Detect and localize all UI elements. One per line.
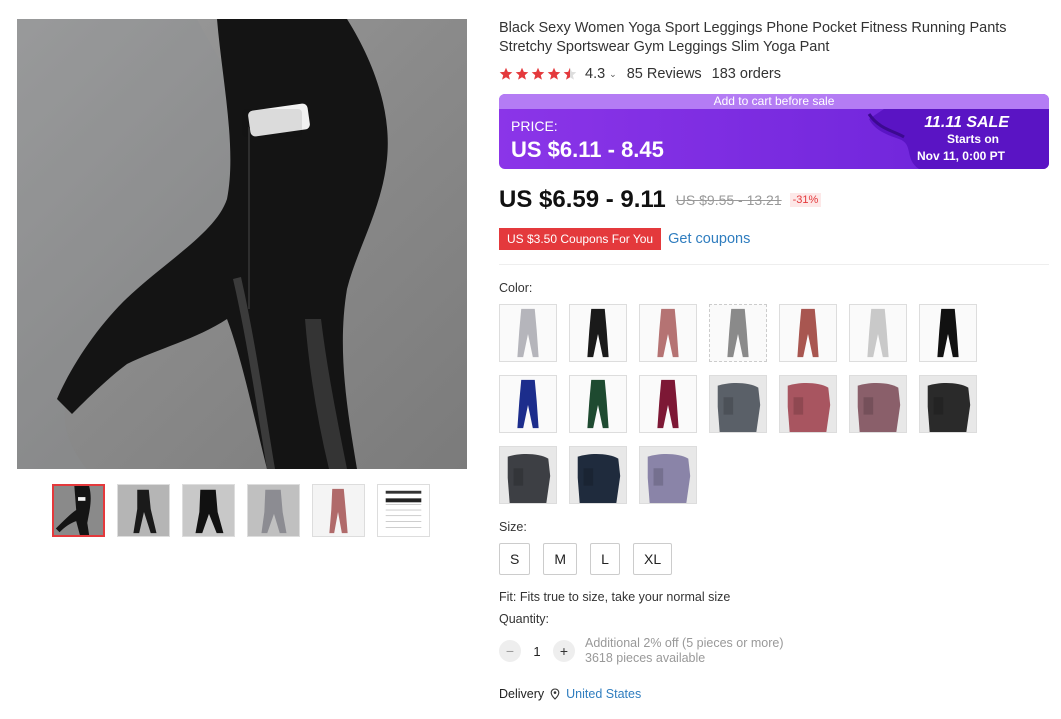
thumbnail-strip — [52, 484, 430, 537]
main-product-image[interactable] — [17, 19, 467, 469]
color-swatches — [499, 304, 1051, 504]
size-label: Size: — [499, 520, 527, 534]
quantity-decrease-button[interactable]: − — [499, 640, 521, 662]
color-swatch-rose[interactable] — [639, 304, 697, 362]
fit-note: Fit: Fits true to size, take your normal… — [499, 590, 731, 604]
color-swatch-slate[interactable] — [709, 375, 767, 433]
star-icon — [531, 67, 545, 80]
sale-starts-on: Starts on — [946, 132, 999, 146]
reviews-link[interactable]: 85 Reviews — [627, 66, 702, 82]
color-label: Color: — [499, 281, 533, 295]
get-coupons-link[interactable]: Get coupons — [668, 231, 750, 247]
promo-price-label: PRICE: — [511, 118, 558, 134]
color-swatch-pink-pocket[interactable] — [779, 375, 837, 433]
stock-available: 3618 pieces available — [585, 651, 706, 665]
coupon-badge[interactable]: US $3.50 Coupons For You — [499, 228, 662, 250]
color-swatch-navy-pocket[interactable] — [569, 446, 627, 504]
color-swatch-red-brown[interactable] — [779, 304, 837, 362]
size-option-xl[interactable]: XL — [633, 543, 673, 575]
thumbnail-1[interactable] — [52, 484, 105, 537]
thumbnail-size-chart[interactable] — [377, 484, 430, 537]
promo-price: US $6.11 - 8.45 — [511, 137, 664, 162]
delivery-row: Delivery United States — [499, 687, 1051, 701]
price-row: US $6.59 - 9.11 US $9.55 - 13.21 -31% — [499, 186, 1051, 214]
thumbnail-4[interactable] — [247, 484, 300, 537]
color-swatch-blue[interactable] — [499, 375, 557, 433]
product-info: Black Sexy Women Yoga Sport Leggings Pho… — [499, 19, 1051, 701]
rating-value[interactable]: 4.3 — [585, 66, 605, 82]
star-icon — [547, 67, 561, 80]
quantity-increase-button[interactable]: + — [553, 640, 575, 662]
color-swatch-green[interactable] — [569, 375, 627, 433]
color-swatch-lavender[interactable] — [639, 446, 697, 504]
thumbnail-5[interactable] — [312, 484, 365, 537]
color-swatch-mauve-pocket[interactable] — [849, 375, 907, 433]
size-options: S M L XL — [499, 543, 1051, 575]
quantity-value[interactable]: 1 — [521, 644, 553, 659]
size-option-s[interactable]: S — [499, 543, 531, 575]
star-icon — [499, 67, 513, 80]
color-swatch-light-gray[interactable] — [499, 304, 557, 362]
color-swatch-black-mesh[interactable] — [919, 304, 977, 362]
sale-promo-banner: Add to cart before sale PRICE: US $6.11 … — [499, 94, 1049, 169]
sale-name: 11.11 SALE — [924, 114, 1009, 131]
bulk-discount-note: Additional 2% off (5 pieces or more) — [585, 636, 784, 650]
divider — [499, 264, 1049, 265]
thumbnail-2[interactable] — [117, 484, 170, 537]
delivery-country-link[interactable]: United States — [566, 687, 641, 701]
thumbnail-3[interactable] — [182, 484, 235, 537]
coupon-row: US $3.50 Coupons For You Get coupons — [499, 228, 1051, 250]
size-option-l[interactable]: L — [590, 543, 621, 575]
location-pin-icon — [550, 688, 560, 700]
quantity-label: Quantity: — [499, 612, 550, 626]
original-price: US $9.55 - 13.21 — [675, 192, 782, 208]
size-option-m[interactable]: M — [543, 543, 578, 575]
orders-count: 183 orders — [711, 66, 781, 82]
current-price: US $6.59 - 9.11 — [499, 186, 666, 213]
rating-stars — [499, 67, 577, 81]
rating-row: 4.3 ⌄ 85 Reviews 183 orders — [499, 66, 1051, 82]
star-half-icon — [563, 67, 577, 80]
discount-badge: -31% — [789, 193, 822, 207]
color-swatch-silver[interactable] — [849, 304, 907, 362]
color-swatch-wine[interactable] — [639, 375, 697, 433]
color-swatch-black-pocket[interactable] — [919, 375, 977, 433]
sale-start-date: Nov 11, 0:00 PT — [916, 149, 1005, 163]
product-title: Black Sexy Women Yoga Sport Leggings Pho… — [499, 20, 1007, 55]
delivery-label: Delivery — [499, 687, 545, 701]
quantity-stepper: − 1 + Additional 2% off (5 pieces or mor… — [499, 636, 1051, 666]
quantity-note: Additional 2% off (5 pieces or more) 361… — [585, 636, 783, 666]
color-swatch-black[interactable] — [569, 304, 627, 362]
star-icon — [515, 67, 529, 80]
color-swatch-gray[interactable] — [709, 304, 767, 362]
promo-banner-top: Add to cart before sale — [499, 94, 1049, 109]
chevron-down-icon[interactable]: ⌄ — [609, 69, 617, 80]
color-swatch-charcoal[interactable] — [499, 446, 557, 504]
